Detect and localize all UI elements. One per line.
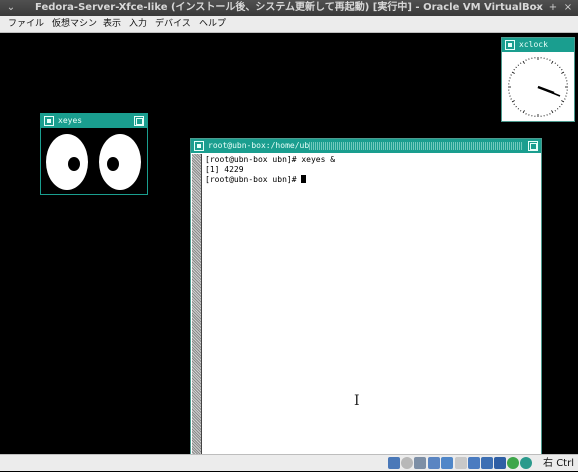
clock-tick xyxy=(561,69,562,70)
resize-icon[interactable] xyxy=(134,116,144,126)
clock-tick xyxy=(516,106,517,107)
terminal-scrollbar[interactable] xyxy=(192,154,202,455)
host-titlebar: ⌄ Fedora-Server-Xfce-like (インストール後、システム更… xyxy=(0,0,578,16)
clock-tick xyxy=(520,110,521,111)
xeyes-window[interactable]: xeyes xyxy=(40,113,148,195)
menu-item-input[interactable]: 入力 xyxy=(129,16,147,33)
menu-item-help[interactable]: ヘルプ xyxy=(199,16,226,33)
clock-tick xyxy=(552,110,554,113)
right-pupil xyxy=(107,157,119,171)
usb-icon[interactable] xyxy=(441,457,453,469)
clock-tick xyxy=(561,101,564,103)
optical-drive-icon[interactable] xyxy=(401,457,413,469)
maximize-icon[interactable]: + xyxy=(546,0,560,16)
terminal-prompt-line: [root@ubn-box ubn]# xyxy=(205,175,335,185)
menu-bar: ファイル 仮想マシン 表示 入力 デバイス ヘルプ xyxy=(0,16,578,33)
terminal-body[interactable]: [root@ubn-box ubn]# xeyes &[1] 4229[root… xyxy=(191,153,541,455)
hdd-icon[interactable] xyxy=(388,457,400,469)
terminal-output[interactable]: [root@ubn-box ubn]# xeyes &[1] 4229[root… xyxy=(205,155,335,185)
menu-item-machine[interactable]: 仮想マシン xyxy=(52,16,97,33)
clock-tick xyxy=(523,110,525,113)
menu-item-devices[interactable]: デバイス xyxy=(155,16,191,33)
menu-item-file[interactable]: ファイル xyxy=(8,16,44,33)
xeyes-title: xeyes xyxy=(58,114,82,128)
window-title: Fedora-Server-Xfce-like (インストール後、システム更新し… xyxy=(0,0,578,16)
iconify-icon[interactable] xyxy=(505,40,515,50)
ibeam-cursor-icon: I xyxy=(354,393,360,409)
clock-tick xyxy=(561,104,562,105)
xclock-title: xclock xyxy=(519,38,548,52)
video-capture-icon[interactable] xyxy=(481,457,493,469)
close-icon[interactable]: × xyxy=(561,0,575,16)
clock-tick xyxy=(555,63,556,64)
minimize-icon[interactable]: – xyxy=(531,0,545,16)
clock-tick xyxy=(552,61,554,64)
clock-tick xyxy=(512,72,515,74)
mouse-integration-icon[interactable] xyxy=(520,457,532,469)
clock-tick xyxy=(520,63,521,64)
resize-icon[interactable] xyxy=(528,141,538,151)
minute-hand xyxy=(538,87,560,96)
clock-tick xyxy=(514,69,515,70)
clock-tick xyxy=(557,108,558,109)
clock-tick xyxy=(514,104,515,105)
clock-tick xyxy=(559,67,560,68)
clock-tick xyxy=(518,65,519,66)
clock-tick xyxy=(512,101,515,103)
shared-folder-icon[interactable] xyxy=(455,457,467,469)
left-pupil xyxy=(68,157,80,171)
cpu-icon[interactable] xyxy=(507,457,519,469)
iconify-icon[interactable] xyxy=(44,116,54,126)
xeyes-eyes xyxy=(41,129,147,195)
guest-display[interactable]: xeyes xclock root@ubn-box:/home/ubn xyxy=(0,34,578,454)
terminal-line: [root@ubn-box ubn]# xeyes & xyxy=(205,155,335,165)
clock-tick xyxy=(516,67,517,68)
clock-tick xyxy=(523,61,525,64)
clock-tick xyxy=(561,72,564,74)
clock-tick xyxy=(518,108,519,109)
display-icon[interactable] xyxy=(468,457,480,469)
clock-tick xyxy=(555,110,556,111)
xclock-window[interactable]: xclock xyxy=(501,37,575,122)
clock-face xyxy=(502,53,574,121)
audio-icon[interactable] xyxy=(414,457,426,469)
text-cursor xyxy=(301,175,306,183)
menu-item-view[interactable]: 表示 xyxy=(103,16,121,33)
left-eye xyxy=(46,134,88,190)
status-bar: 右 Ctrl xyxy=(0,454,578,471)
xeyes-titlebar[interactable]: xeyes xyxy=(41,114,147,128)
terminal-window[interactable]: root@ubn-box:/home/ubn [root@ubn-box ubn… xyxy=(190,138,542,456)
terminal-title: root@ubn-box:/home/ubn xyxy=(208,139,314,153)
clock-tick xyxy=(559,106,560,107)
network-icon[interactable] xyxy=(428,457,440,469)
right-eye xyxy=(99,134,141,190)
terminal-titlebar[interactable]: root@ubn-box:/home/ubn xyxy=(191,139,541,153)
virtualization-icon[interactable] xyxy=(494,457,506,469)
host-key-label[interactable]: 右 Ctrl xyxy=(543,455,574,472)
xclock-titlebar[interactable]: xclock xyxy=(502,38,574,52)
titlebar-hatch xyxy=(309,142,523,150)
clock-tick xyxy=(557,65,558,66)
terminal-line: [1] 4229 xyxy=(205,165,335,175)
iconify-icon[interactable] xyxy=(194,141,204,151)
